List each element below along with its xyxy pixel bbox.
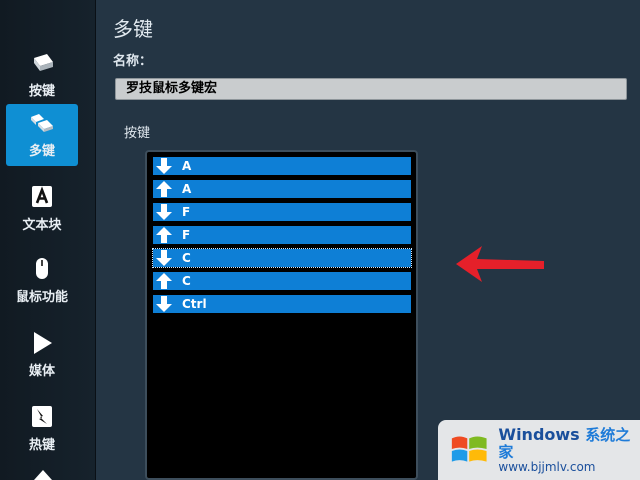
arrow-down-icon	[156, 296, 172, 312]
sidebar-item-label: 多键	[28, 143, 55, 159]
sidebar-item-media[interactable]: 媒体	[6, 324, 78, 386]
watermark: Windows 系统之家 www.bjjmlv.com	[438, 420, 640, 480]
sidebar-item-text-block[interactable]: 文本块	[6, 178, 78, 240]
mouse-icon	[36, 257, 48, 279]
key-name: A	[182, 159, 192, 173]
arrow-up-icon	[156, 227, 172, 243]
key-row[interactable]: A	[153, 157, 411, 175]
key-row[interactable]: F	[153, 226, 411, 244]
key-name: Ctrl	[182, 297, 207, 311]
key-name: A	[182, 182, 192, 196]
sidebar: 按键 多键 文本块 鼠标功能 媒体 热键	[0, 0, 96, 480]
sidebar-item-label: 文本块	[22, 217, 62, 233]
key-row[interactable]: F	[153, 203, 411, 221]
arrow-up-icon	[156, 181, 172, 197]
key-row[interactable]: A	[153, 180, 411, 198]
text-block-icon	[32, 185, 52, 207]
key-name: C	[182, 251, 191, 265]
name-input[interactable]: 罗技鼠标多键宏	[115, 78, 627, 100]
key-row[interactable]: C	[152, 248, 412, 268]
key-name: C	[182, 274, 191, 288]
sidebar-item-label: 鼠标功能	[15, 289, 68, 305]
name-label: 名称：	[113, 54, 153, 69]
arrow-down-icon	[156, 204, 172, 220]
sidebar-item-mouse[interactable]: 鼠标功能	[6, 250, 78, 312]
windows-logo-icon	[451, 436, 487, 462]
arrow-down-icon	[156, 158, 172, 174]
key-row[interactable]: C	[153, 272, 411, 290]
sidebar-item-label: 热键	[28, 437, 55, 453]
keys-label: 按键	[124, 126, 151, 141]
page-title: 多键	[113, 17, 153, 41]
watermark-url: www.bjjmlv.com	[498, 460, 596, 474]
sidebar-item-label: 按键	[28, 83, 55, 99]
hotkey-icon	[32, 405, 52, 427]
sidebar-item-hotkey[interactable]: 热键	[6, 398, 78, 460]
play-icon	[34, 331, 52, 354]
key-name: F	[182, 205, 191, 219]
arrow-up-icon	[156, 273, 172, 289]
multi-key-icon	[31, 113, 53, 132]
key-sequence-list[interactable]: A A F F C C Ctrl	[145, 150, 418, 480]
key-name: F	[182, 228, 191, 242]
watermark-brand: Windows	[498, 424, 580, 444]
sidebar-item-keys[interactable]: 按键	[6, 44, 78, 106]
sidebar-item-label: 媒体	[28, 363, 55, 379]
annotation-arrow-icon	[456, 246, 544, 282]
arrow-down-icon	[156, 250, 172, 266]
key-row[interactable]: Ctrl	[153, 295, 411, 313]
sidebar-item-multi-key[interactable]: 多键	[6, 104, 78, 166]
key-icon	[34, 53, 53, 71]
next-item-icon	[34, 470, 52, 480]
